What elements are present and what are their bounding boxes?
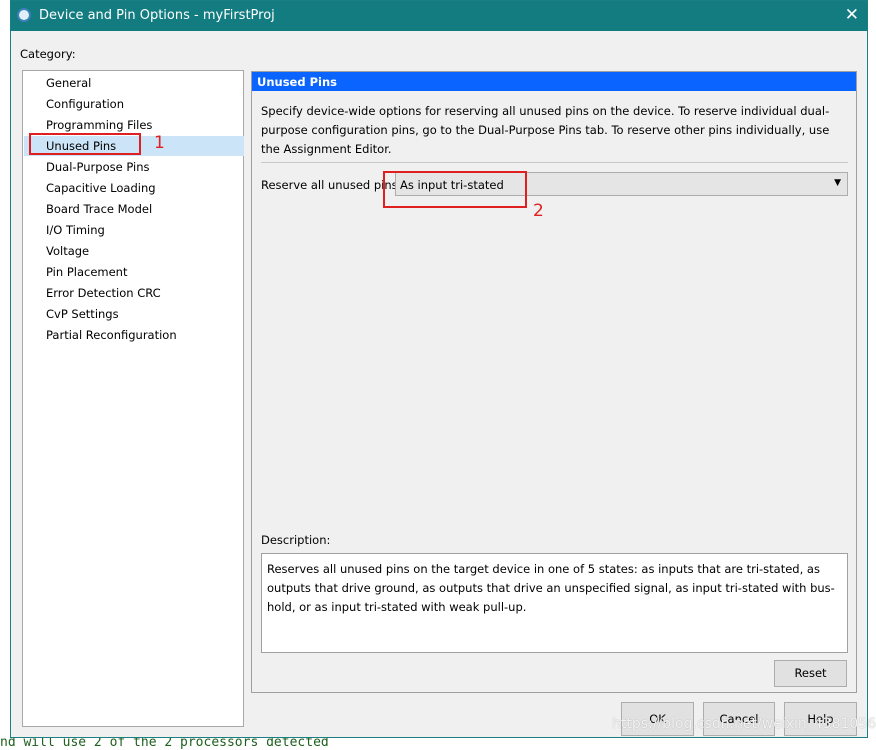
category-item-board-trace-model[interactable]: Board Trace Model — [24, 199, 244, 219]
annotation-box-2 — [383, 171, 527, 208]
description-label: Description: — [261, 533, 331, 547]
device-pin-options-dialog: Device and Pin Options - myFirstProj ✕ C… — [10, 0, 868, 738]
category-label: Category: — [20, 47, 76, 61]
title-bar[interactable]: Device and Pin Options - myFirstProj ✕ — [11, 1, 867, 31]
category-item-programming-files[interactable]: Programming Files — [24, 115, 244, 135]
category-item-partial-reconfiguration[interactable]: Partial Reconfiguration — [24, 325, 244, 345]
annotation-box-1 — [29, 133, 141, 155]
category-item-pin-placement[interactable]: Pin Placement — [24, 262, 244, 282]
category-list: General Configuration Programming Files Unu… — [22, 70, 244, 727]
window-title: Device and Pin Options - myFirstProj — [39, 8, 275, 23]
category-item-dual-purpose-pins[interactable]: Dual-Purpose Pins — [24, 157, 244, 177]
category-item-i-o-timing[interactable]: I/O Timing — [24, 220, 244, 240]
reset-button[interactable]: Reset — [774, 660, 847, 687]
category-item-cvp-settings[interactable]: CvP Settings — [24, 304, 244, 324]
unused-pins-panel: Unused Pins Specify device-wide options … — [251, 71, 857, 693]
category-item-general[interactable]: General — [24, 73, 244, 93]
category-item-configuration[interactable]: Configuration — [24, 94, 244, 114]
category-item-error-detection-crc[interactable]: Error Detection CRC — [24, 283, 244, 303]
description-box: Reserves all unused pins on the target d… — [261, 553, 848, 653]
watermark: https://blog.csdn.net/weixin_43810563 — [612, 716, 876, 732]
chevron-down-icon: ▼ — [834, 178, 841, 188]
reserve-label: Reserve all unused pins: — [261, 178, 402, 192]
panel-intro: Specify device-wide options for reservin… — [261, 104, 830, 156]
close-icon[interactable]: ✕ — [845, 5, 859, 25]
divider — [261, 162, 848, 163]
panel-header: Unused Pins — [252, 72, 856, 91]
category-item-capacitive-loading[interactable]: Capacitive Loading — [24, 178, 244, 198]
category-item-voltage[interactable]: Voltage — [24, 241, 244, 261]
annotation-number-1: 1 — [154, 133, 165, 153]
annotation-number-2: 2 — [533, 201, 544, 221]
app-icon — [17, 8, 31, 22]
